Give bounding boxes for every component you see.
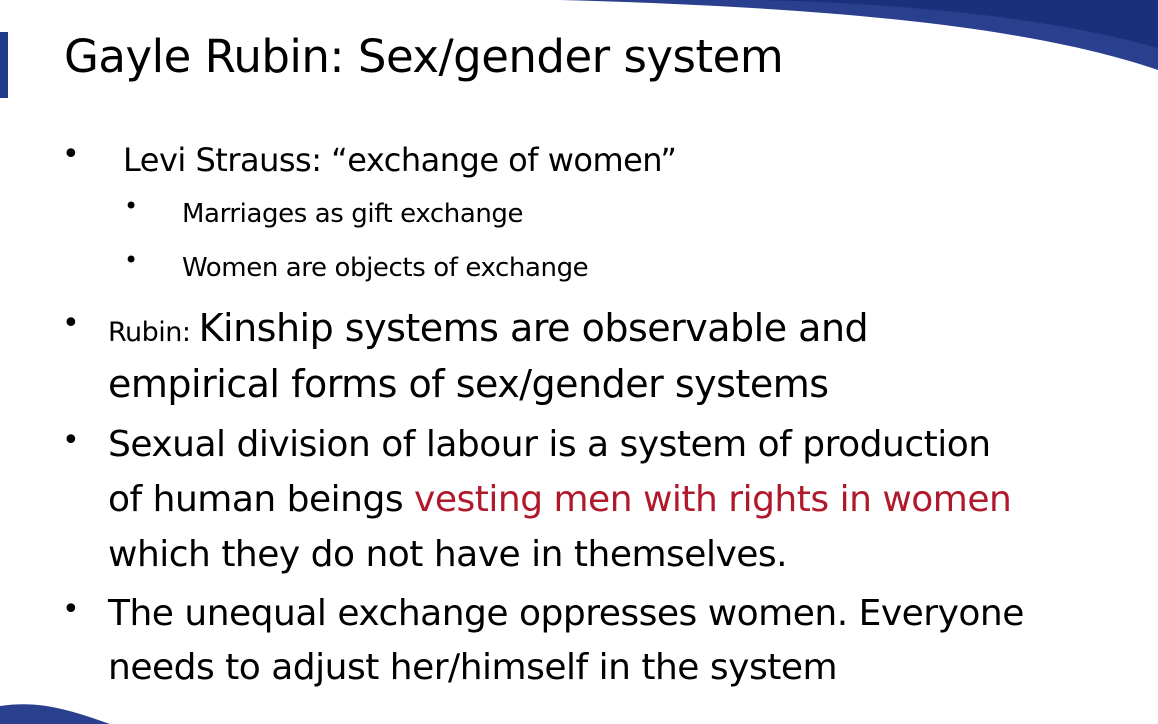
rubin-kinship-text: Kinship systems are observable and xyxy=(198,306,869,350)
bullet-rubin-line2: empirical forms of sex/gender systems xyxy=(108,362,829,406)
left-accent-bar xyxy=(0,32,8,98)
sub-bullet-dot: • xyxy=(124,192,139,220)
bullet-division-line2: of human beings vesting men with rights … xyxy=(108,476,1012,524)
bullet-unequal-line1: The unequal exchange oppresses women. Ev… xyxy=(108,593,1024,634)
bullet-rubin-line1: Rubin: Kinship systems are observable an… xyxy=(108,304,869,357)
bullet-dot: • xyxy=(62,137,80,172)
rubin-lead: Rubin: xyxy=(108,317,199,348)
sub-bullet-marriages: Marriages as gift exchange xyxy=(182,199,524,229)
slide-title: Gayle Rubin: Sex/gender system xyxy=(64,30,784,83)
bullet-division-line3: which they do not have in themselves. xyxy=(108,534,788,575)
division-text: of human beings xyxy=(108,479,415,520)
bullet-levi-strauss: Levi Strauss: “exchange of women” xyxy=(123,141,677,179)
sub-bullet-women-objects: Women are objects of exchange xyxy=(182,253,589,283)
bullet-unequal-line2: needs to adjust her/himself in the syste… xyxy=(108,647,838,688)
bullet-division-line1: Sexual division of labour is a system of… xyxy=(108,424,991,465)
bullet-dot: • xyxy=(62,423,80,458)
sub-bullet-dot: • xyxy=(124,246,139,274)
bullet-dot: • xyxy=(62,306,80,341)
highlighted-phrase: vesting men with rights in women xyxy=(414,479,1012,520)
bullet-dot: • xyxy=(62,592,80,627)
